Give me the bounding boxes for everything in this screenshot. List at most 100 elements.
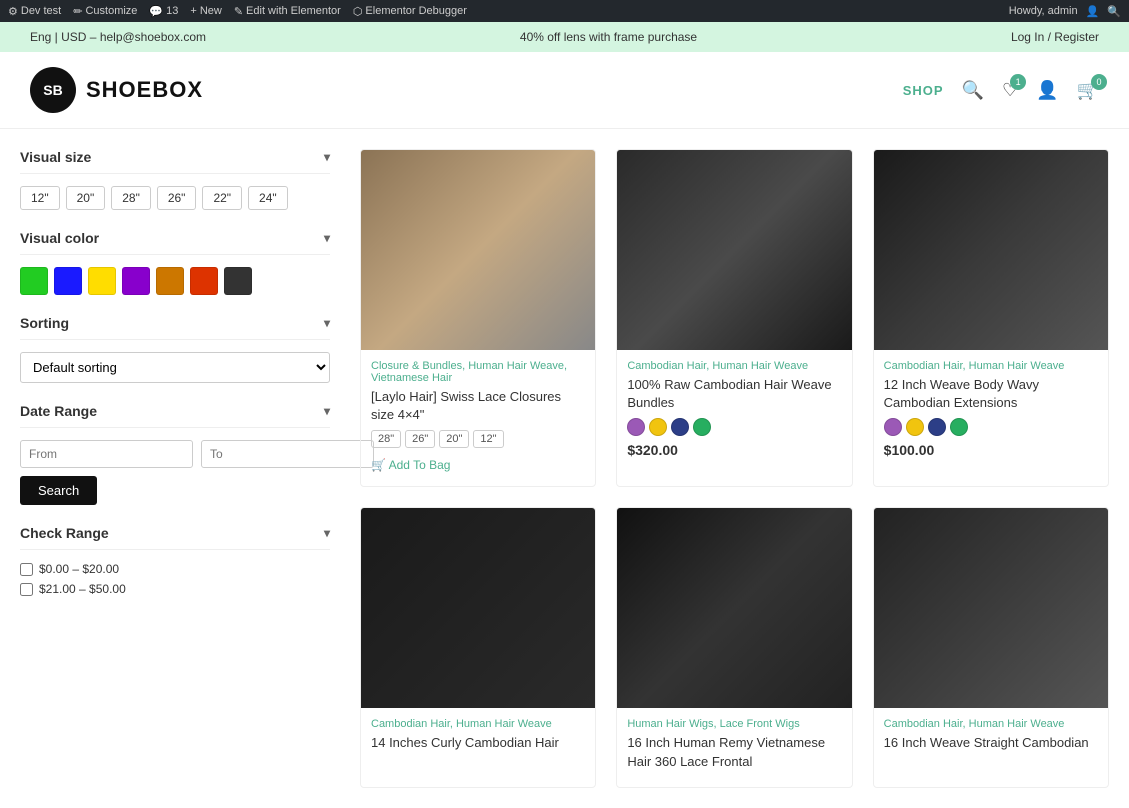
visual-color-title[interactable]: Visual color ▾ <box>20 230 330 255</box>
product-size-tag: 12" <box>473 430 503 448</box>
product-size-tag: 28" <box>371 430 401 448</box>
logo-area[interactable]: SB SHOEBOX <box>30 67 203 113</box>
color-swatch[interactable] <box>156 267 184 295</box>
product-image <box>874 150 1108 350</box>
product-card[interactable]: Closure & Bundles, Human Hair Weave, Vie… <box>360 149 596 487</box>
product-name: 14 Inches Curly Cambodian Hair <box>371 734 585 752</box>
check-range-checkbox[interactable] <box>20 563 33 576</box>
check-range-checkbox[interactable] <box>20 583 33 596</box>
product-color-dot <box>649 418 667 436</box>
logo-icon: SB <box>30 67 76 113</box>
product-size-tag: 20" <box>439 430 469 448</box>
chevron-down-icon: ▾ <box>324 316 330 330</box>
edit-icon: ✎ <box>234 5 243 18</box>
size-options: 12"20"28"26"22"24" <box>20 186 330 210</box>
product-name: 12 Inch Weave Body Wavy Cambodian Extens… <box>884 376 1098 412</box>
admin-bar: ⚙ Dev test ✏ Customize 💬 13 + New ✎ Edit… <box>0 0 1129 22</box>
chevron-down-icon: ▾ <box>324 404 330 418</box>
product-card[interactable]: Cambodian Hair, Human Hair Weave 12 Inch … <box>873 149 1109 487</box>
header-nav-right: SHOP 🔍 ♡ 1 👤 🛒 0 <box>903 80 1099 101</box>
size-option[interactable]: 12" <box>20 186 60 210</box>
product-categories: Cambodian Hair, Human Hair Weave <box>627 360 841 372</box>
product-color-dot <box>928 418 946 436</box>
visual-size-title[interactable]: Visual size ▾ <box>20 149 330 174</box>
chevron-down-icon: ▾ <box>324 231 330 245</box>
product-info: Cambodian Hair, Human Hair Weave 16 Inch … <box>874 708 1108 768</box>
auth-links[interactable]: Log In / Register <box>1011 30 1099 44</box>
product-card[interactable]: Cambodian Hair, Human Hair Weave 16 Inch … <box>873 507 1109 787</box>
product-name: 16 Inch Human Remy Vietnamese Hair 360 L… <box>627 734 841 770</box>
size-option[interactable]: 22" <box>202 186 242 210</box>
sorting-select[interactable]: Default sortingSort by popularitySort by… <box>20 352 330 383</box>
add-to-bag-button[interactable]: 🛒 Add To Bag <box>371 454 450 476</box>
product-color-dot <box>884 418 902 436</box>
product-color-dot <box>906 418 924 436</box>
account-icon[interactable]: 👤 <box>1036 80 1058 101</box>
product-image <box>361 150 595 350</box>
date-search-button[interactable]: Search <box>20 476 97 505</box>
size-option[interactable]: 24" <box>248 186 288 210</box>
cart-icon[interactable]: 🛒 0 <box>1077 80 1099 101</box>
product-info: Cambodian Hair, Human Hair Weave14 Inche… <box>361 708 595 768</box>
admin-bar-right: Howdy, admin 👤 🔍 <box>1009 5 1121 18</box>
search-icon[interactable]: 🔍 <box>962 80 984 101</box>
product-card[interactable]: Human Hair Wigs, Lace Front Wigs 16 Inch … <box>616 507 852 787</box>
site-header: SB SHOEBOX SHOP 🔍 ♡ 1 👤 🛒 0 <box>0 52 1129 129</box>
sorting-title[interactable]: Sorting ▾ <box>20 315 330 340</box>
wishlist-icon[interactable]: ♡ 1 <box>1002 80 1018 101</box>
admin-bar-wp[interactable]: ⚙ Dev test <box>8 5 61 18</box>
product-image <box>617 508 851 708</box>
product-color-dot <box>693 418 711 436</box>
check-range-title[interactable]: Check Range ▾ <box>20 525 330 550</box>
promo-text: 40% off lens with frame purchase <box>520 30 697 44</box>
product-colors <box>627 418 841 436</box>
pencil-icon: ✏ <box>73 5 82 18</box>
size-option[interactable]: 28" <box>111 186 151 210</box>
admin-bar-comments[interactable]: 💬 13 <box>149 5 178 18</box>
admin-bar-edit-elementor[interactable]: ✎ Edit with Elementor <box>234 5 341 18</box>
admin-search-icon[interactable]: 🔍 <box>1107 5 1121 18</box>
product-categories: Human Hair Wigs, Lace Front Wigs <box>627 718 841 730</box>
admin-greeting: Howdy, admin <box>1009 5 1078 17</box>
date-to-input[interactable] <box>201 440 374 468</box>
admin-bar-new[interactable]: + New <box>190 5 221 17</box>
product-name: 100% Raw Cambodian Hair Weave Bundles <box>627 376 841 412</box>
info-bar-left[interactable]: Eng | USD – help@shoebox.com <box>30 30 206 44</box>
product-categories: Cambodian Hair, Human Hair Weave <box>884 718 1098 730</box>
color-swatch[interactable] <box>190 267 218 295</box>
color-swatch[interactable] <box>54 267 82 295</box>
size-option[interactable]: 26" <box>157 186 197 210</box>
logo-text: SHOEBOX <box>86 77 203 103</box>
admin-bar-elementor-debugger[interactable]: ⬡ Elementor Debugger <box>353 5 467 18</box>
size-option[interactable]: 20" <box>66 186 106 210</box>
product-categories: Closure & Bundles, Human Hair Weave, Vie… <box>371 360 585 384</box>
product-card[interactable]: Cambodian Hair, Human Hair Weave14 Inche… <box>360 507 596 787</box>
date-range-title[interactable]: Date Range ▾ <box>20 403 330 428</box>
date-from-input[interactable] <box>20 440 193 468</box>
chevron-down-icon: ▾ <box>324 150 330 164</box>
product-color-dot <box>671 418 689 436</box>
product-name: 16 Inch Weave Straight Cambodian <box>884 734 1098 752</box>
admin-bar-customize[interactable]: ✏ Customize <box>73 5 137 18</box>
sidebar: Visual size ▾ 12"20"28"26"22"24" Visual … <box>10 149 340 788</box>
sorting-filter: Sorting ▾ Default sortingSort by popular… <box>20 315 330 383</box>
product-image <box>617 150 851 350</box>
wp-icon: ⚙ <box>8 5 18 18</box>
comment-icon: 💬 <box>149 5 163 18</box>
shop-link[interactable]: SHOP <box>903 83 944 98</box>
color-swatch[interactable] <box>122 267 150 295</box>
chevron-down-icon: ▾ <box>324 526 330 540</box>
elementor-icon: ⬡ <box>353 5 363 18</box>
product-color-dot <box>627 418 645 436</box>
color-swatch[interactable] <box>224 267 252 295</box>
color-swatch[interactable] <box>88 267 116 295</box>
cart-badge: 0 <box>1091 74 1107 90</box>
product-categories: Cambodian Hair, Human Hair Weave <box>884 360 1098 372</box>
check-range-item: $21.00 – $50.00 <box>20 582 330 596</box>
color-swatch[interactable] <box>20 267 48 295</box>
product-info: Cambodian Hair, Human Hair Weave 12 Inch … <box>874 350 1108 468</box>
date-inputs <box>20 440 330 468</box>
product-card[interactable]: Cambodian Hair, Human Hair Weave 100% Raw… <box>616 149 852 487</box>
product-sizes: 28"26"20"12" <box>371 430 585 448</box>
product-color-dot <box>950 418 968 436</box>
